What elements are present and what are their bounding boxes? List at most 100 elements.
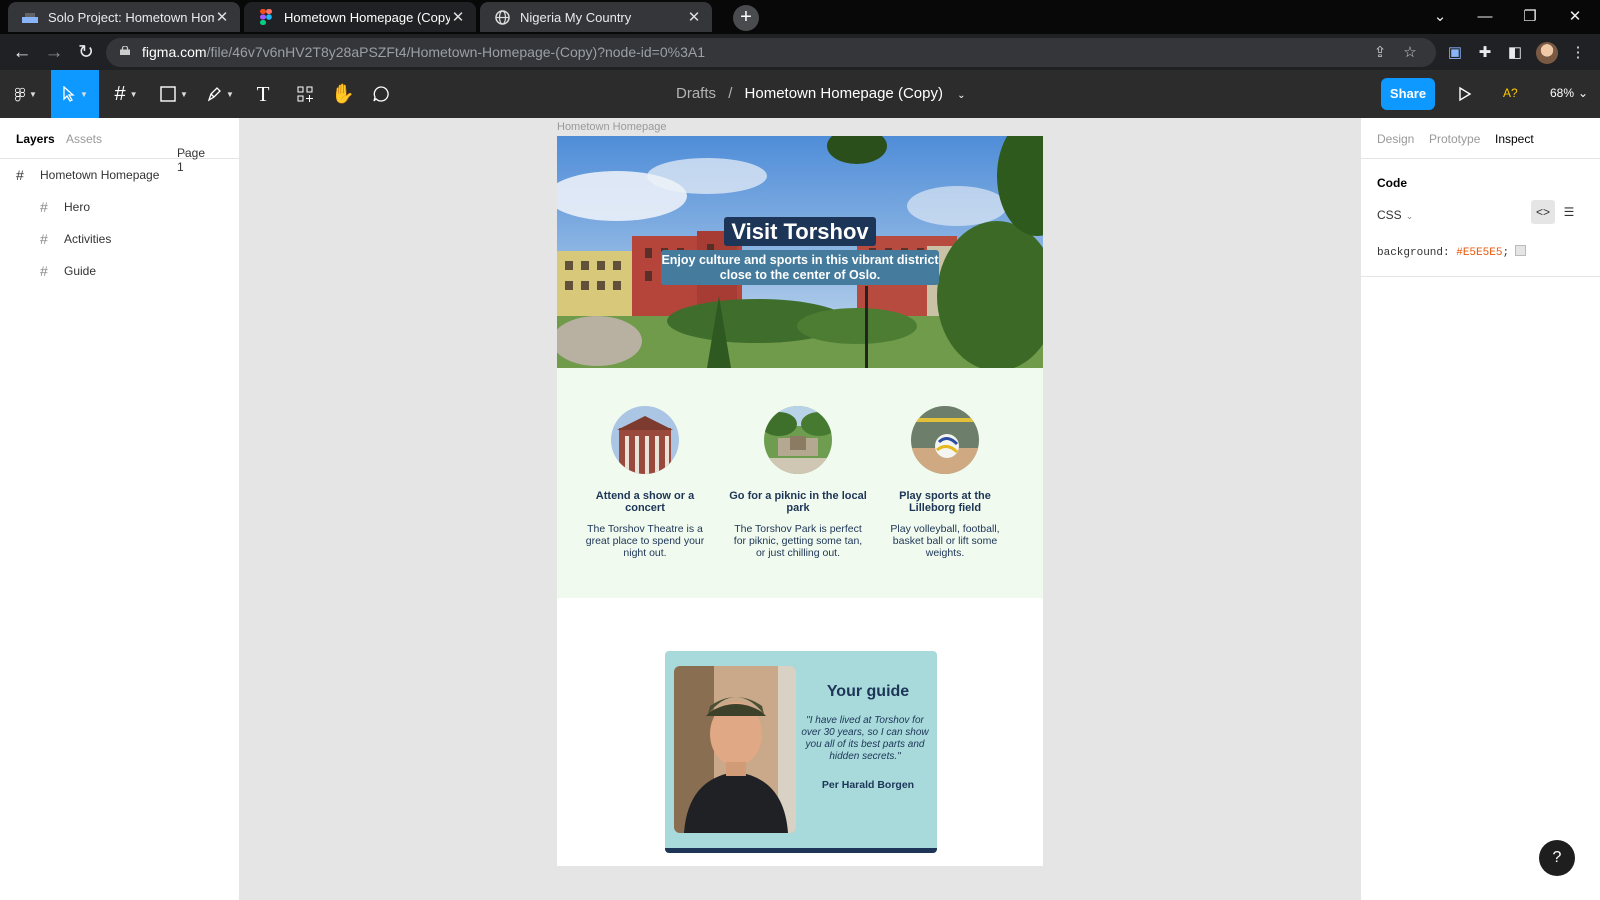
shape-tool-button[interactable]: ▼ bbox=[154, 70, 194, 118]
guide-title: Your guide bbox=[826, 683, 910, 700]
breadcrumb: Drafts / Hometown Homepage (Copy) ⌄ bbox=[676, 85, 966, 102]
pen-tool-button[interactable]: ▼ bbox=[200, 70, 240, 118]
close-tab-icon[interactable]: ✕ bbox=[686, 8, 702, 26]
extensions-puzzle-icon[interactable]: ✚ bbox=[1473, 41, 1497, 65]
back-icon[interactable]: ← bbox=[9, 40, 35, 66]
forward-icon[interactable]: → bbox=[41, 40, 67, 66]
guide-photo bbox=[674, 666, 796, 833]
components-icon bbox=[297, 86, 313, 102]
css-code-line[interactable]: background: #E5E5E5; bbox=[1377, 245, 1527, 259]
layers-panel-tabs: Layers Assets Page 1 ⌄ bbox=[0, 118, 239, 174]
chevron-down-icon: ⌄ bbox=[181, 146, 189, 156]
tab-solo-project[interactable]: Solo Project: Hometown Homep ✕ bbox=[8, 2, 240, 32]
scrimba-favicon-icon bbox=[22, 9, 38, 25]
activities-section[interactable]: Attend a show or a concert The Torshov T… bbox=[557, 368, 1043, 598]
address-bar-row: ← → ↻ figma.com/file/46v7v6nHV2T8y28aPSZ… bbox=[0, 34, 1600, 70]
pen-icon bbox=[207, 87, 221, 102]
figma-logo-icon bbox=[15, 87, 26, 101]
activity-text: The Torshov Theatre is a great place to … bbox=[585, 523, 705, 559]
properties-panel-tabs: Design Prototype Inspect bbox=[1361, 118, 1600, 159]
extension-screen-icon[interactable]: ▣ bbox=[1443, 41, 1467, 65]
color-swatch bbox=[1515, 245, 1527, 256]
file-name[interactable]: Hometown Homepage (Copy) bbox=[745, 85, 943, 102]
profile-avatar[interactable] bbox=[1536, 42, 1558, 64]
main-menu-button[interactable]: ▼ bbox=[8, 70, 44, 118]
hero-subtitle[interactable]: Enjoy culture and sports in this vibrant… bbox=[661, 250, 939, 285]
text-t-icon: T bbox=[256, 81, 270, 106]
zoom-dropdown[interactable]: 68% ⌄ bbox=[1550, 86, 1588, 100]
browser-menu-icon[interactable]: ⋮ bbox=[1566, 41, 1590, 65]
tab-search-icon[interactable]: ⌄ bbox=[1420, 4, 1460, 30]
list-view-icon[interactable]: ☰ bbox=[1557, 200, 1581, 224]
chevron-down-icon: ⌄ bbox=[1405, 211, 1414, 221]
restore-icon[interactable]: ❐ bbox=[1510, 4, 1550, 30]
close-window-icon[interactable]: ✕ bbox=[1555, 4, 1595, 30]
share-page-icon[interactable]: ⇪ bbox=[1369, 42, 1391, 64]
guide-card[interactable]: Your guide "I have lived at Torshov for … bbox=[665, 651, 937, 853]
cursor-arrow-icon bbox=[63, 86, 75, 102]
code-language-dropdown[interactable]: CSS ⌄ bbox=[1377, 208, 1413, 222]
frame-tool-button[interactable]: # ▼ bbox=[106, 70, 146, 118]
reload-icon[interactable]: ↻ bbox=[73, 40, 99, 66]
close-tab-icon[interactable]: ✕ bbox=[214, 8, 230, 26]
tab-assets[interactable]: Assets bbox=[66, 132, 102, 146]
frame-label[interactable]: Hometown Homepage bbox=[557, 121, 666, 133]
layer-frame-hometown-homepage[interactable]: # Hometown Homepage bbox=[16, 159, 159, 191]
layer-frame-activities[interactable]: # Activities bbox=[40, 223, 111, 255]
frame-hash-icon: # bbox=[114, 82, 126, 105]
breadcrumb-separator: / bbox=[728, 85, 733, 102]
side-panel-icon[interactable]: ◧ bbox=[1503, 41, 1527, 65]
tab-hometown-homepage[interactable]: Hometown Homepage (Copy) – F ✕ bbox=[244, 2, 476, 32]
tab-layers[interactable]: Layers bbox=[16, 132, 55, 146]
help-button[interactable]: ? bbox=[1539, 840, 1575, 876]
theatre-photo bbox=[611, 406, 679, 474]
hand-tool-button[interactable]: ✋ bbox=[328, 70, 358, 118]
hero-title[interactable]: Visit Torshov bbox=[724, 217, 876, 246]
activity-text: The Torshov Park is perfect for piknic, … bbox=[733, 523, 863, 559]
design-canvas[interactable]: Hometown Homepage Visit Torshov Enjoy cu… bbox=[240, 118, 1360, 900]
bookmark-star-icon[interactable]: ☆ bbox=[1399, 42, 1421, 64]
activity-heading: Play sports at the Lilleborg field bbox=[899, 490, 991, 514]
ai-assist-button[interactable]: A? bbox=[1503, 86, 1518, 100]
share-button[interactable]: Share bbox=[1381, 78, 1435, 110]
omnibox[interactable]: figma.com/file/46v7v6nHV2T8y28aPSZFt4/Ho… bbox=[106, 38, 1436, 67]
frame-hash-icon: # bbox=[40, 263, 48, 279]
browser-tab-strip: Solo Project: Hometown Homep ✕ Hometown … bbox=[0, 0, 1600, 34]
minimize-icon[interactable]: — bbox=[1465, 4, 1505, 30]
layers-panel: Layers Assets Page 1 ⌄ # Hometown Homepag… bbox=[0, 118, 240, 900]
activity-text: Play volleyball, football, basket ball o… bbox=[890, 523, 1000, 559]
sports-photo bbox=[911, 406, 979, 474]
present-play-icon[interactable] bbox=[1454, 84, 1474, 104]
lock-icon bbox=[120, 46, 130, 55]
park-photo bbox=[764, 406, 832, 474]
tab-nigeria[interactable]: Nigeria My Country ✕ bbox=[480, 2, 712, 32]
tab-design[interactable]: Design bbox=[1377, 132, 1414, 146]
rectangle-icon bbox=[160, 86, 176, 102]
chevron-down-icon[interactable]: ⌄ bbox=[957, 90, 965, 101]
code-view-icon[interactable]: <> bbox=[1531, 200, 1555, 224]
hero-section[interactable]: Visit Torshov Enjoy culture and sports i… bbox=[557, 136, 1043, 368]
move-tool-button[interactable]: ▼ bbox=[51, 70, 99, 118]
frame-hash-icon: # bbox=[16, 167, 24, 183]
figma-favicon-icon bbox=[258, 9, 274, 25]
comment-tool-button[interactable] bbox=[366, 70, 396, 118]
frame-hash-icon: # bbox=[40, 199, 48, 215]
tab-prototype[interactable]: Prototype bbox=[1429, 132, 1480, 146]
activity-heading: Attend a show or a concert bbox=[595, 490, 695, 514]
text-tool-button[interactable]: T bbox=[248, 70, 278, 118]
layer-frame-guide[interactable]: # Guide bbox=[40, 255, 96, 287]
breadcrumb-drafts[interactable]: Drafts bbox=[676, 85, 716, 102]
new-tab-button[interactable]: + bbox=[733, 5, 759, 31]
properties-panel: Design Prototype Inspect Code CSS ⌄ <> ☰ … bbox=[1360, 118, 1600, 900]
guide-name: Per Harald Borgen bbox=[821, 779, 915, 791]
figma-toolbar: ▼ ▼ # ▼ ▼ ▼ T ✋ Drafts / Hometown Homepag… bbox=[0, 70, 1600, 118]
hand-icon: ✋ bbox=[331, 84, 355, 105]
url-text[interactable]: figma.com/file/46v7v6nHV2T8y28aPSZFt4/Ho… bbox=[142, 44, 705, 60]
hometown-homepage-frame[interactable]: Visit Torshov Enjoy culture and sports i… bbox=[557, 136, 1043, 866]
globe-icon bbox=[494, 9, 510, 25]
close-tab-icon[interactable]: ✕ bbox=[450, 8, 466, 26]
tab-inspect[interactable]: Inspect bbox=[1495, 132, 1534, 146]
resources-button[interactable] bbox=[290, 70, 320, 118]
comment-bubble-icon bbox=[373, 86, 389, 102]
layer-frame-hero[interactable]: # Hero bbox=[40, 191, 90, 223]
